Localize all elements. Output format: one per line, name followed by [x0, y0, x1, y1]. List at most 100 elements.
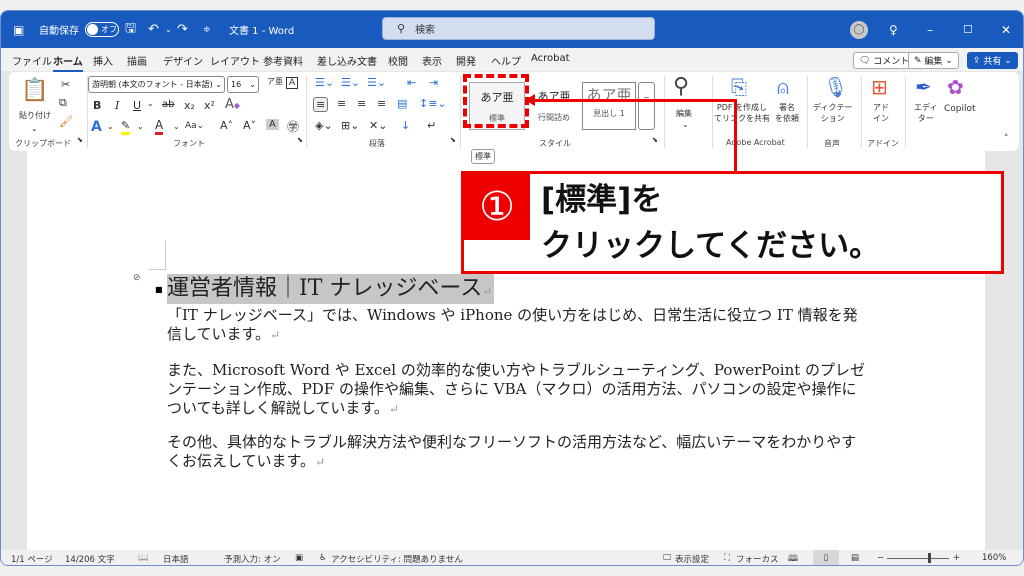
line-spacing-icon[interactable]: ↕≡⌄	[419, 97, 447, 110]
language[interactable]: 日本語	[163, 553, 189, 565]
show-marks-icon[interactable]: ↵	[427, 119, 436, 132]
autosave-toggle[interactable]: オフ	[81, 11, 119, 48]
dialog-launcher-icon[interactable]: ⬊	[652, 136, 658, 144]
tab-review[interactable]: 校閲	[388, 53, 408, 68]
collapse-ribbon-icon[interactable]: ˄	[1004, 134, 1009, 144]
display-settings-button[interactable]: 表示設定	[675, 553, 709, 565]
tab-references[interactable]: 参考資料	[263, 53, 303, 68]
dialog-launcher-icon[interactable]: ⬊	[450, 136, 456, 144]
align-left-icon[interactable]: ≡	[313, 97, 329, 112]
tab-layout[interactable]: レイアウト	[210, 53, 260, 68]
tab-draw[interactable]: 描画	[127, 53, 147, 68]
style-no-spacing[interactable]: あア亜 行間詰め	[527, 82, 581, 130]
enclosed-character-icon[interactable]: ㊫	[287, 118, 299, 135]
multilevel-list-icon[interactable]: ☰⌄	[367, 76, 386, 89]
chevron-down-icon[interactable]: ⌄	[107, 122, 114, 131]
text-effects-icon[interactable]: A	[91, 119, 102, 135]
highlight-color-icon[interactable]: ✎	[121, 119, 131, 135]
shrink-font-icon[interactable]: A˅	[243, 119, 256, 132]
microphone-icon[interactable]: 🎙	[823, 75, 848, 99]
web-layout-icon[interactable]: ▤	[851, 553, 859, 563]
asian-layout-icon[interactable]: ✕⌄	[369, 119, 387, 132]
word-count[interactable]: 14/206 文字	[65, 553, 115, 565]
undo-icon[interactable]: ↶	[148, 11, 159, 48]
tab-file[interactable]: ファイル	[12, 53, 52, 68]
heading-paragraph[interactable]: 運営者情報｜IT ナレッジベース↵	[167, 274, 495, 304]
add-ins-label[interactable]: アド イン	[873, 102, 889, 124]
clear-formatting-icon[interactable]: A◆	[225, 97, 240, 112]
format-painter-icon[interactable]: 🖌	[59, 115, 73, 128]
close-icon[interactable]: ✕	[1001, 11, 1011, 48]
style-heading-1[interactable]: あア亜 見出し 1	[582, 82, 636, 130]
font-size-select[interactable]: 16 ⌄	[227, 76, 259, 93]
create-pdf-icon[interactable]: ⎘	[731, 75, 747, 99]
copilot-label[interactable]: Copilot	[944, 104, 976, 114]
text-predictions[interactable]: 予測入力: オン	[224, 553, 281, 565]
copilot-icon[interactable]: ✿	[947, 75, 964, 99]
tab-home[interactable]: ホーム	[53, 53, 83, 72]
accessibility-status[interactable]: アクセシビリティ: 問題ありません	[331, 553, 463, 565]
editing-label[interactable]: 編集	[676, 108, 692, 119]
body-paragraph[interactable]: また、Microsoft Word や Excel の効率的な使い方やトラブルシ…	[167, 361, 867, 419]
tab-view[interactable]: 表示	[422, 53, 442, 68]
request-signature-label[interactable]: 署名 を依頼	[775, 102, 799, 124]
chevron-down-icon[interactable]: ⌄	[173, 122, 180, 131]
decrease-indent-icon[interactable]: ⇤	[407, 76, 416, 89]
tab-developer[interactable]: 開発	[456, 53, 476, 68]
zoom-level[interactable]: 160%	[982, 553, 1006, 563]
copy-icon[interactable]: ⧉	[59, 96, 67, 110]
lightbulb-icon[interactable]: ♀	[889, 11, 898, 48]
bold-icon[interactable]: B	[93, 99, 101, 112]
numbering-icon[interactable]: ☰⌄	[341, 76, 360, 89]
focus-button[interactable]: フォーカス	[736, 553, 779, 565]
underline-icon[interactable]: U	[133, 99, 141, 112]
zoom-out-button[interactable]: −	[877, 553, 884, 563]
sort-icon[interactable]: ↓	[401, 119, 410, 132]
shading-icon[interactable]: ◈⌄	[315, 119, 333, 132]
cut-icon[interactable]: ✂	[61, 78, 70, 91]
comment-button[interactable]: 🗨 コメント	[853, 52, 916, 69]
borders-icon[interactable]: ⊞⌄	[341, 119, 359, 132]
italic-icon[interactable]: I	[115, 99, 119, 112]
chevron-down-icon[interactable]: ⌄	[137, 122, 144, 131]
strikethrough-icon[interactable]: ab	[162, 99, 174, 110]
tab-insert[interactable]: 挿入	[93, 53, 113, 68]
tab-design[interactable]: デザイン	[163, 53, 203, 68]
maximize-icon[interactable]: ☐	[963, 11, 973, 48]
grow-font-icon[interactable]: A˄	[220, 119, 233, 132]
dialog-launcher-icon[interactable]: ⬊	[77, 136, 83, 144]
customize-icon[interactable]: ≑	[203, 11, 211, 48]
paste-label[interactable]: 貼り付け	[19, 110, 51, 121]
align-center-icon[interactable]: ≡	[337, 97, 346, 110]
distributed-icon[interactable]: ▤	[397, 97, 407, 110]
zoom-slider[interactable]	[887, 558, 949, 559]
align-right-icon[interactable]: ≡	[357, 97, 366, 110]
find-icon[interactable]: ⚲	[673, 74, 689, 99]
account-icon[interactable]: ◯	[850, 11, 868, 48]
read-mode-icon[interactable]: 🕮	[788, 553, 798, 565]
paste-icon[interactable]: 📋	[21, 78, 48, 103]
zoom-in-button[interactable]: +	[953, 553, 960, 563]
editor-label[interactable]: エディ ター	[914, 102, 937, 124]
chevron-down-icon[interactable]: ⌄	[682, 120, 689, 129]
body-paragraph[interactable]: 「IT ナレッジベース」では、Windows や iPhone の使い方をはじめ…	[167, 306, 867, 345]
subscript-icon[interactable]: x₂	[184, 99, 195, 112]
request-signature-icon[interactable]: ⍝	[777, 75, 789, 99]
chevron-down-icon[interactable]: ⌄	[147, 99, 154, 108]
proofing-icon[interactable]: 📖	[138, 553, 149, 563]
undo-dropdown-icon[interactable]: ⌄	[165, 11, 172, 48]
dictate-label[interactable]: ディクテー ション	[813, 102, 852, 124]
macro-icon[interactable]: ▣	[295, 553, 303, 563]
character-shading-icon[interactable]: A	[266, 119, 279, 130]
redo-icon[interactable]: ↷	[177, 11, 188, 48]
tab-acrobat[interactable]: Acrobat	[531, 53, 570, 64]
zoom-slider-thumb[interactable]	[928, 553, 931, 563]
increase-indent-icon[interactable]: ⇥	[429, 76, 438, 89]
font-color-icon[interactable]: A	[155, 118, 164, 135]
search-input[interactable]: ⚲ 検索	[382, 17, 655, 40]
change-case-icon[interactable]: Aa⌄	[185, 121, 204, 131]
dialog-launcher-icon[interactable]: ⬊	[297, 136, 303, 144]
paste-dropdown-icon[interactable]: ⌄	[31, 124, 38, 133]
tab-help[interactable]: ヘルプ	[491, 53, 521, 68]
create-pdf-label[interactable]: PDF を作成し てリンクを共有	[714, 102, 770, 124]
